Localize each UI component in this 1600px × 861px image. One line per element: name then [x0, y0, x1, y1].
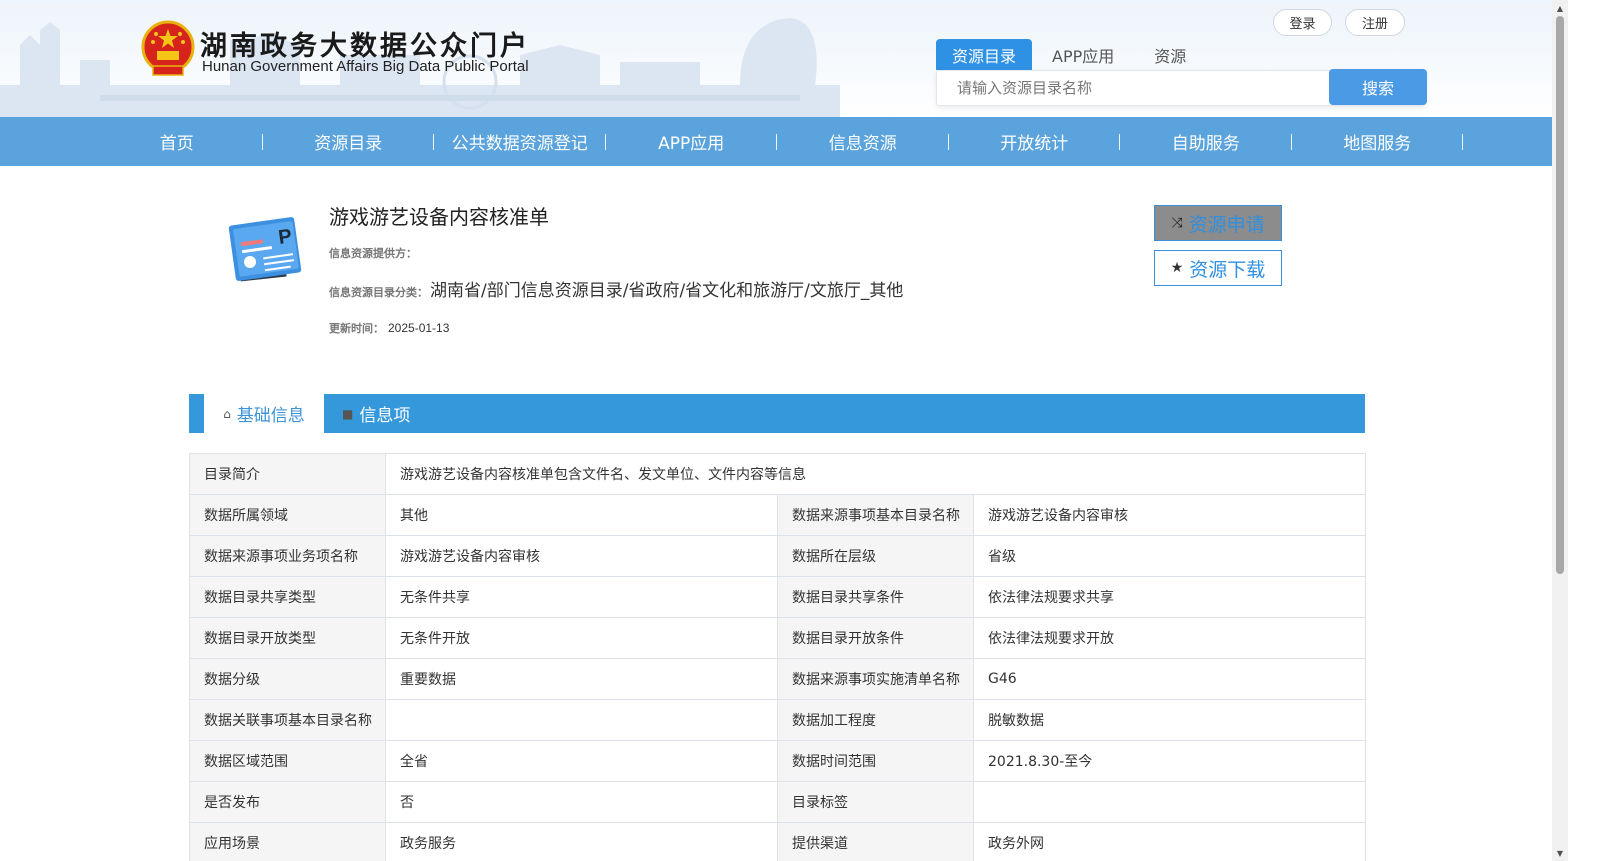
table-row: 数据区域范围 全省 数据时间范围 2021.8.30-至今 — [189, 740, 1366, 782]
field-value: G46 — [973, 658, 1366, 700]
resource-card-icon: P — [228, 217, 302, 282]
scroll-down-arrow-icon[interactable]: ▼ — [1552, 845, 1568, 861]
main-nav: 首页 资源目录 公共数据资源登记 APP应用 信息资源 开放统计 自助服务 地图… — [0, 117, 1552, 166]
category-value: 湖南省/部门信息资源目录/省政府/省文化和旅游厅/文旅厅_其他 — [430, 281, 904, 301]
table-row: 应用场景 政务服务 提供渠道 政务外网 — [189, 822, 1366, 861]
table-row: 数据关联事项基本目录名称 数据加工程度 脱敏数据 — [189, 699, 1366, 741]
field-label: 提供渠道 — [777, 822, 974, 861]
resource-apply-button[interactable]: ⤨ 资源申请 — [1154, 205, 1282, 241]
field-label: 应用场景 — [189, 822, 386, 861]
field-value: 脱敏数据 — [973, 699, 1366, 741]
category-label: 信息资源目录分类： — [329, 286, 428, 299]
tab-info-items-label: 信息项 — [359, 406, 411, 426]
field-label: 数据所属领域 — [189, 494, 386, 536]
field-label: 数据来源事项业务项名称 — [189, 535, 386, 577]
field-label: 目录标签 — [777, 781, 974, 823]
folder-icon: ■ — [342, 406, 354, 421]
page: 湖南政务大数据公众门户 Hunan Government Affairs Big… — [0, 0, 1568, 861]
table-row: 数据目录共享类型 无条件共享 数据目录共享条件 依法律法规要求共享 — [189, 576, 1366, 618]
nav-item-public-data-registration[interactable]: 公共数据资源登记 — [434, 117, 606, 166]
field-value: 2021.8.30-至今 — [973, 740, 1366, 782]
resource-update-time: 更新时间： 2025-01-13 — [329, 320, 449, 336]
field-label: 数据目录共享条件 — [777, 576, 974, 618]
national-emblem-logo — [141, 20, 195, 76]
search-tabs: 资源目录 APP应用 资源 — [936, 39, 1206, 70]
resource-download-button[interactable]: ★ 资源下载 — [1154, 250, 1282, 286]
field-value: 依法律法规要求共享 — [973, 576, 1366, 618]
field-label: 是否发布 — [189, 781, 386, 823]
search-tab-resource[interactable]: 资源 — [1134, 39, 1206, 70]
resource-download-label: 资源下载 — [1189, 258, 1266, 281]
nav-item-home[interactable]: 首页 — [91, 117, 263, 166]
table-row: 目录简介 游戏游艺设备内容核准单包含文件名、发文单位、文件内容等信息 — [189, 453, 1366, 495]
field-label: 数据目录开放类型 — [189, 617, 386, 659]
basic-info-table: 目录简介 游戏游艺设备内容核准单包含文件名、发文单位、文件内容等信息 数据所属领… — [189, 453, 1366, 861]
intro-value: 游戏游艺设备内容核准单包含文件名、发文单位、文件内容等信息 — [385, 453, 1366, 495]
nav-item-open-stats[interactable]: 开放统计 — [949, 117, 1121, 166]
field-value: 依法律法规要求开放 — [973, 617, 1366, 659]
register-button[interactable]: 注册 — [1345, 9, 1405, 36]
table-row: 数据所属领域 其他 数据来源事项基本目录名称 游戏游艺设备内容审核 — [189, 494, 1366, 536]
resource-category: 信息资源目录分类： 湖南省/部门信息资源目录/省政府/省文化和旅游厅/文旅厅_其… — [329, 276, 903, 301]
field-value — [973, 781, 1366, 823]
resource-apply-label: 资源申请 — [1188, 213, 1265, 236]
table-row: 数据来源事项业务项名称 游戏游艺设备内容审核 数据所在层级 省级 — [189, 535, 1366, 577]
table-row: 数据目录开放类型 无条件开放 数据目录开放条件 依法律法规要求开放 — [189, 617, 1366, 659]
nav-item-self-service[interactable]: 自助服务 — [1120, 117, 1292, 166]
star-icon: ★ — [1170, 260, 1184, 276]
field-value: 无条件开放 — [385, 617, 778, 659]
detail-tabs: ⌂ 基础信息 ■ 信息项 — [189, 394, 1365, 433]
update-label: 更新时间： — [329, 322, 384, 335]
field-label: 数据区域范围 — [189, 740, 386, 782]
field-label: 数据来源事项实施清单名称 — [777, 658, 974, 700]
shuffle-icon: ⤨ — [1171, 215, 1183, 231]
field-value: 政务外网 — [973, 822, 1366, 861]
nav-item-catalog[interactable]: 资源目录 — [263, 117, 435, 166]
field-label: 数据加工程度 — [777, 699, 974, 741]
nav-item-app[interactable]: APP应用 — [606, 117, 778, 166]
field-value: 重要数据 — [385, 658, 778, 700]
tab-basic-info-label: 基础信息 — [236, 406, 305, 426]
field-value — [385, 699, 778, 741]
tab-basic-info[interactable]: ⌂ 基础信息 — [204, 394, 324, 433]
field-label: 数据关联事项基本目录名称 — [189, 699, 386, 741]
search-input[interactable] — [937, 71, 1329, 105]
table-row: 是否发布 否 目录标签 — [189, 781, 1366, 823]
page-scrollbar[interactable]: ▲ ▼ — [1552, 0, 1568, 861]
field-value: 游戏游艺设备内容审核 — [973, 494, 1366, 536]
field-label: 数据所在层级 — [777, 535, 974, 577]
site-header: 湖南政务大数据公众门户 Hunan Government Affairs Big… — [0, 0, 1568, 117]
field-value: 游戏游艺设备内容审核 — [385, 535, 778, 577]
nav-item-map-service[interactable]: 地图服务 — [1292, 117, 1464, 166]
update-value: 2025-01-13 — [388, 321, 450, 335]
search-button[interactable]: 搜索 — [1329, 69, 1427, 105]
resource-title: 游戏游艺设备内容核准单 — [329, 205, 549, 229]
search-tab-app[interactable]: APP应用 — [1032, 39, 1134, 70]
intro-label: 目录简介 — [189, 453, 386, 495]
field-label: 数据来源事项基本目录名称 — [777, 494, 974, 536]
search-box: 搜索 — [936, 69, 1427, 106]
field-value: 无条件共享 — [385, 576, 778, 618]
field-label: 数据目录共享类型 — [189, 576, 386, 618]
scrollbar-thumb[interactable] — [1556, 16, 1564, 574]
field-label: 数据目录开放条件 — [777, 617, 974, 659]
provider-label: 信息资源提供方： — [329, 247, 417, 260]
search-tab-catalog[interactable]: 资源目录 — [936, 39, 1033, 70]
scroll-up-arrow-icon[interactable]: ▲ — [1552, 0, 1568, 16]
field-value: 全省 — [385, 740, 778, 782]
field-label: 数据分级 — [189, 658, 386, 700]
tab-info-items[interactable]: ■ 信息项 — [342, 394, 410, 433]
field-value: 省级 — [973, 535, 1366, 577]
field-value: 政务服务 — [385, 822, 778, 861]
home-icon: ⌂ — [223, 406, 231, 421]
table-row: 数据分级 重要数据 数据来源事项实施清单名称 G46 — [189, 658, 1366, 700]
field-value: 其他 — [385, 494, 778, 536]
field-value: 否 — [385, 781, 778, 823]
login-button[interactable]: 登录 — [1273, 9, 1332, 36]
field-label: 数据时间范围 — [777, 740, 974, 782]
portal-title-en: Hunan Government Affairs Big Data Public… — [202, 58, 529, 75]
resource-provider: 信息资源提供方： — [329, 242, 417, 261]
nav-item-info-resource[interactable]: 信息资源 — [777, 117, 949, 166]
